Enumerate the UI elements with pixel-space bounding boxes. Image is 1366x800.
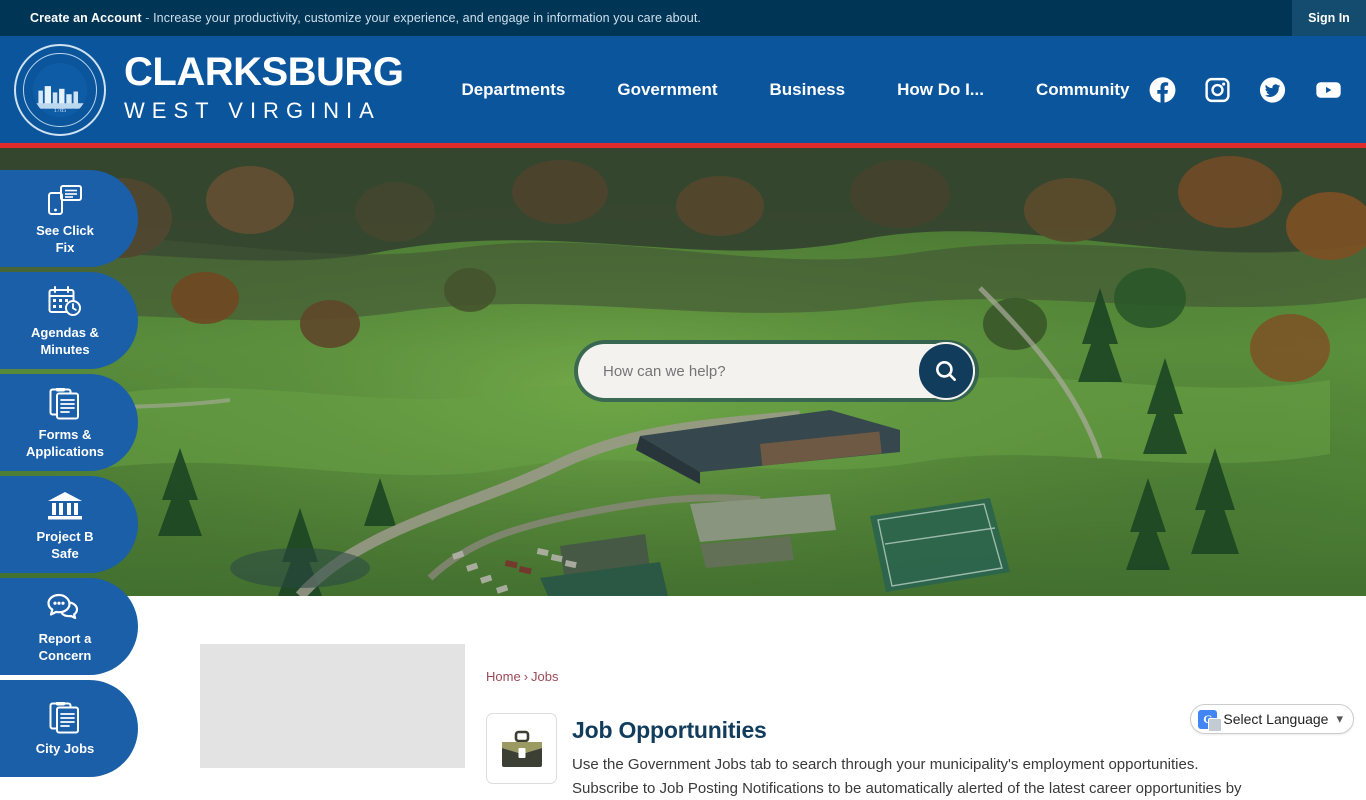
nav-item-how-do-i[interactable]: How Do I... [871,72,1010,108]
nav-item-community[interactable]: Community [1010,72,1156,108]
seal-year: 1785 [53,107,67,114]
site-search[interactable] [578,342,975,400]
chevron-down-icon[interactable]: ▾ [1336,711,1343,727]
brand-logo[interactable]: 1785 CLARKSBURG WEST VIRGINIA [14,43,404,136]
search-icon [936,361,956,381]
search-button[interactable] [917,342,975,400]
quicklink-label: Forms & Applications [25,427,104,459]
quicklink-report-a-concern[interactable]: Report a Concern [0,578,138,675]
forms-icon [49,385,81,423]
brand-subtitle: WEST VIRGINIA [124,98,381,123]
main-column: Home › Jobs Job Opportunities Use the Gove… [486,596,1346,800]
google-translate-icon: G [1198,709,1223,732]
site-header: 1785 CLARKSBURG WEST VIRGINIA Department… [0,36,1366,143]
documents-icon [49,699,81,737]
quicklink-agendas-minutes[interactable]: Agendas & Minutes [0,272,138,369]
breadcrumb-current: Jobs [531,669,559,684]
quicklink-label: Project B Safe [36,529,94,561]
nav-item-government[interactable]: Government [591,72,743,108]
city-seal-inner: 1785 [33,62,87,117]
create-account-message: Create an Account - Increase your produc… [30,11,701,25]
page-content: Home › Jobs Job Opportunities Use the Gove… [0,596,1366,797]
main-navigation: Departments Government Business How Do I… [435,72,1155,108]
quicklink-label: Agendas & Minutes [31,325,99,357]
left-sidebar-placeholder [200,644,465,768]
twitter-icon[interactable] [1258,75,1287,104]
hero-banner [0,148,1366,596]
page-title: Job Opportunities [572,717,767,743]
google-translate-widget[interactable]: G Select Language ▾ [1190,704,1354,734]
translate-selected-language: Select Language [1223,711,1329,727]
breadcrumb: Home › Jobs [486,669,1346,684]
social-links [1148,74,1344,105]
calendar-clock-icon [48,283,82,321]
brand-text: CLARKSBURG WEST VIRGINIA [124,50,404,127]
job-opportunities-body: Job Opportunities Use the Government Job… [572,713,1242,800]
message-text: Increase your productivity, customize yo… [153,11,701,25]
quick-links-rail: See Click Fix Agendas & Minutes Forms & … [0,170,140,782]
quicklink-label: City Jobs [35,741,95,757]
page-description-line1: Use the Government Jobs tab to search th… [572,756,1199,773]
nav-item-departments[interactable]: Departments [435,72,591,108]
breadcrumb-separator: › [523,669,529,684]
youtube-icon[interactable] [1313,74,1344,105]
instagram-icon[interactable] [1203,75,1232,104]
bank-icon [47,487,83,525]
seal-skyline-icon [33,85,87,109]
message-dash: - [141,11,154,25]
quicklink-forms-applications[interactable]: Forms & Applications [0,374,138,471]
page-description-line2: Subscribe to Job Posting Notifications t… [572,779,1242,797]
facebook-icon[interactable] [1148,75,1177,104]
brand-title: CLARKSBURG [124,50,404,94]
sign-in-button[interactable]: Sign In [1292,0,1366,36]
top-utility-bar: Create an Account - Increase your produc… [0,0,1366,36]
page-description: Use the Government Jobs tab to search th… [572,753,1242,800]
quicklink-project-b-safe[interactable]: Project B Safe [0,476,138,573]
chat-bubbles-icon [47,589,83,627]
see-click-fix-icon [48,181,82,219]
city-seal-icon: 1785 [14,43,106,136]
quicklink-label: See Click Fix [36,223,94,255]
search-input[interactable] [603,362,903,380]
briefcase-icon [486,713,557,784]
quicklink-label: Report a Concern [38,631,92,663]
create-account-link[interactable]: Create an Account [30,11,142,25]
quicklink-see-click-fix[interactable]: See Click Fix [0,170,138,267]
quicklink-city-jobs[interactable]: City Jobs [0,680,138,777]
nav-item-business[interactable]: Business [744,72,872,108]
breadcrumb-home[interactable]: Home [486,669,521,684]
